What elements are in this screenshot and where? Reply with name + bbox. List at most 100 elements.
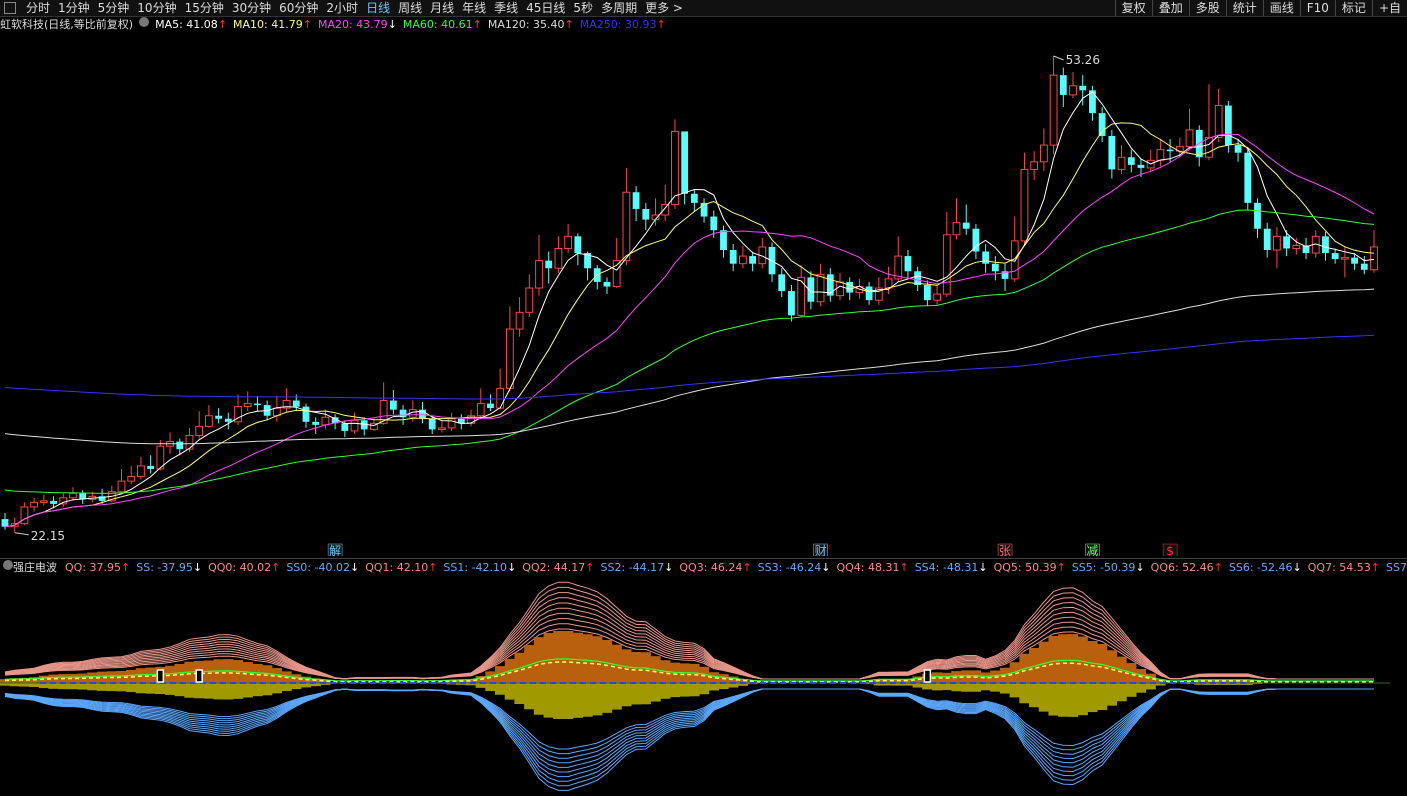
ind-legend-item-3: SS0: -40.02↓ — [286, 560, 359, 576]
tool-button-5[interactable]: F10 — [1299, 0, 1335, 16]
tool-button-1[interactable]: 叠加 — [1151, 0, 1189, 16]
candle-body — [30, 501, 39, 508]
ss-bar — [1116, 683, 1127, 702]
ss-bar — [1048, 683, 1059, 716]
tab-16[interactable]: 更多 > — [641, 0, 687, 16]
tab-1[interactable]: 1分钟 — [54, 0, 94, 16]
ss-bar — [970, 683, 982, 692]
ss-bar — [87, 683, 98, 691]
indicator-chart[interactable] — [0, 577, 1407, 796]
ss-bar — [184, 683, 195, 698]
ss-bar — [621, 683, 632, 707]
ss-bar — [980, 683, 991, 691]
collapse-icon[interactable] — [3, 560, 13, 570]
ma-legend-item-value-4: MA120: 35.40 — [487, 18, 565, 31]
candle-body — [1263, 228, 1271, 251]
tab-10[interactable]: 月线 — [426, 0, 458, 16]
ma-legend-item-1: MA10: 41.79↑ — [233, 17, 312, 33]
candle-body — [1127, 157, 1135, 165]
ind-legend-item-4: QQ1: 42.10↑ — [365, 560, 437, 576]
ind-legend-item-value-6: QQ2: 44.17 — [522, 561, 586, 574]
qq-bar — [543, 632, 554, 683]
ind-legend-item-value-11: SS4: -48.31 — [914, 561, 979, 574]
candle-body — [1214, 105, 1223, 138]
candle-body — [147, 465, 155, 469]
tab-3[interactable]: 10分钟 — [133, 0, 180, 16]
candle-body — [496, 387, 505, 409]
tool-button-0[interactable]: 复权 — [1114, 0, 1152, 16]
ind-legend-item-value-15: SS6: -52.46 — [1228, 561, 1293, 574]
ss-bar — [194, 683, 205, 699]
period-tabs: 分时 1分钟 5分钟 10分钟 15分钟 30分钟 60分钟 2小时 日线 周线 月线 年线 季线 45日… — [22, 0, 687, 16]
ss-bar — [1106, 683, 1118, 706]
candlestick-chart[interactable]: 53.26 22.15 解 财 张 减 $ — [0, 34, 1407, 556]
ind-legend-item-0: QQ: 37.95↑ — [65, 560, 130, 576]
candle-body — [204, 415, 213, 427]
tab-11[interactable]: 年线 — [458, 0, 490, 16]
candle-body — [1020, 168, 1029, 242]
tab-8[interactable]: 日线 — [362, 0, 394, 16]
tab-9[interactable]: 周线 — [394, 0, 426, 16]
tool-button-6[interactable]: 标记 — [1334, 0, 1372, 16]
collapse-icon[interactable] — [139, 17, 150, 27]
tab-2[interactable]: 5分钟 — [94, 0, 134, 16]
tab-13[interactable]: 45日线 — [522, 0, 569, 16]
ind-legend-item-1: SS: -37.95↓ — [136, 560, 202, 576]
ss-bar — [28, 683, 40, 688]
candle-body — [428, 418, 436, 430]
ss-wave-line — [4, 688, 1374, 791]
ss-bar — [1135, 683, 1147, 693]
ind-legend-item-arrow-15: ↓ — [1292, 561, 1302, 574]
tool-button-2[interactable]: 多股 — [1188, 0, 1226, 16]
stock-title: 虹软科技(日线,等比前复权) — [0, 18, 134, 31]
ind-legend-item-value-1: SS: -37.95 — [136, 561, 193, 574]
candle-body — [312, 421, 320, 425]
ma-legend-item-arrow-1: ↑ — [302, 18, 312, 31]
ind-legend-item-value-9: SS3: -46.24 — [757, 561, 822, 574]
ss-wave-line — [4, 688, 1374, 773]
tab-5[interactable]: 30分钟 — [228, 0, 275, 16]
tab-0[interactable]: 分时 — [22, 0, 54, 16]
candle-body — [671, 130, 679, 205]
qq-bar — [572, 632, 583, 683]
candle-body — [1039, 144, 1048, 163]
ss-bar — [1058, 683, 1069, 717]
tab-6[interactable]: 60分钟 — [275, 0, 322, 16]
ind-legend-item-17: SS7 — [1386, 560, 1407, 576]
tool-button-3[interactable]: 统计 — [1225, 0, 1263, 16]
right-tools: 复权 叠加 多股 统计 画线 F10 标记 +自 — [1114, 0, 1407, 16]
tab-12[interactable]: 季线 — [490, 0, 522, 16]
candle-body — [1273, 235, 1281, 251]
tab-4[interactable]: 15分钟 — [181, 0, 228, 16]
tab-7[interactable]: 2小时 — [322, 0, 362, 16]
high-label: 53.26 — [1066, 53, 1100, 67]
ss-bar — [514, 683, 525, 705]
ss-bar — [19, 683, 30, 687]
candle-body — [487, 403, 494, 409]
tool-button-4[interactable]: 画线 — [1262, 0, 1300, 16]
ind-legend-item-arrow-11: ↓ — [978, 561, 988, 574]
qq-bar — [1067, 634, 1079, 683]
ss-bar — [1029, 683, 1040, 708]
ss-bar — [601, 683, 613, 713]
candle-body — [1224, 105, 1232, 146]
candle-body — [1254, 202, 1261, 229]
tab-14[interactable]: 5秒 — [569, 0, 597, 16]
ind-legend-item-13: SS5: -50.39↓ — [1072, 560, 1145, 576]
ind-legend-item-arrow-7: ↓ — [664, 561, 674, 574]
ind-legend-item-arrow-13: ↓ — [1135, 561, 1145, 574]
ma-legend-item-arrow-3: ↑ — [472, 18, 482, 31]
ss-bar — [931, 683, 943, 691]
candle-body — [515, 311, 524, 330]
tool-button-7[interactable]: +自 — [1371, 0, 1407, 16]
candle-body — [1244, 152, 1252, 203]
ss-bar — [261, 683, 273, 696]
ss-bar — [96, 683, 108, 691]
ma-legend-item-value-1: MA10: 41.79 — [233, 18, 303, 31]
ind-legend-item-value-2: QQ0: 40.02 — [208, 561, 272, 574]
ss-bar — [553, 683, 564, 719]
grid-icon[interactable] — [4, 2, 16, 14]
candle-body — [1370, 246, 1378, 271]
tab-15[interactable]: 多周期 — [597, 0, 641, 16]
ind-legend-item-arrow-10: ↑ — [899, 561, 909, 574]
